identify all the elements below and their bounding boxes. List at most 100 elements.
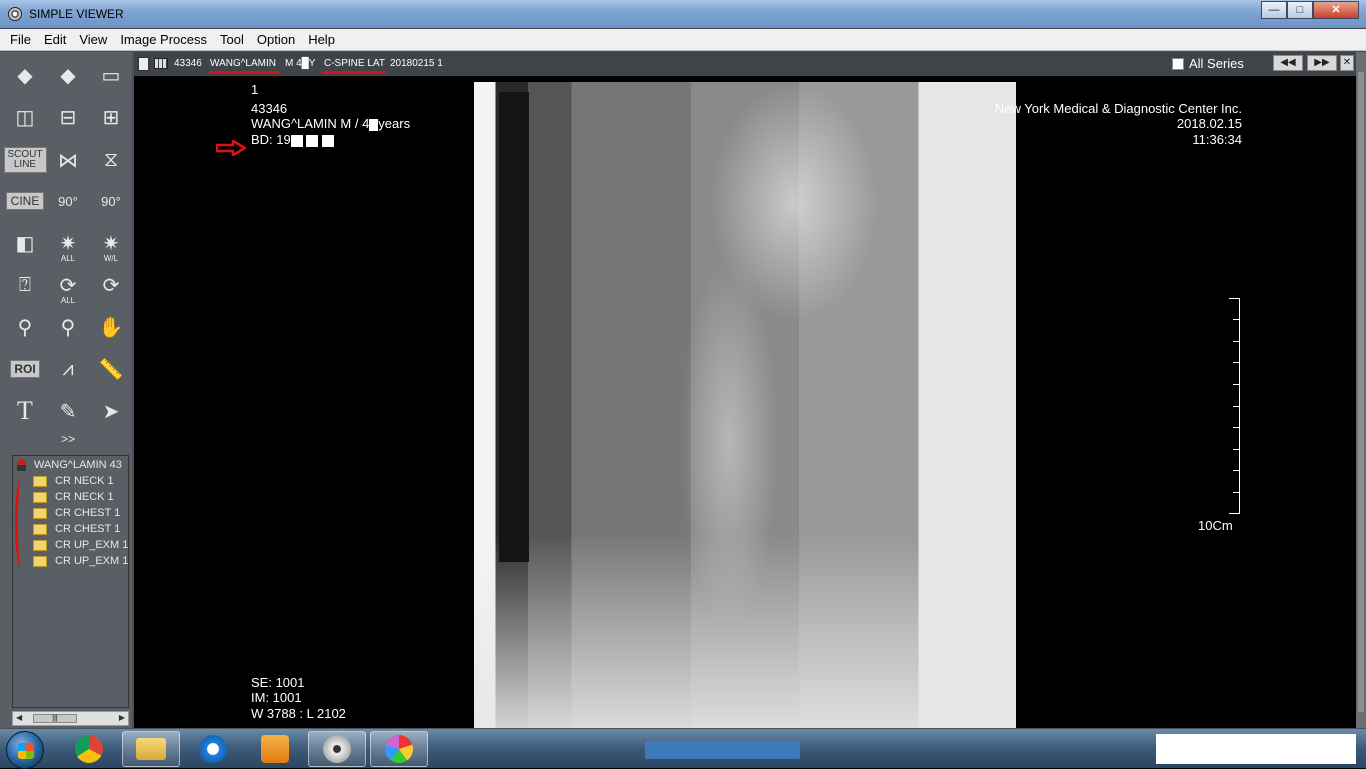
menu-view[interactable]: View <box>79 32 107 47</box>
maximize-button[interactable]: □ <box>1287 1 1313 19</box>
grid-icon[interactable] <box>154 58 168 69</box>
app-icon <box>8 7 22 21</box>
magnifier-icon[interactable]: ⚲ <box>51 310 85 344</box>
tree-series-item[interactable]: CR UP_EXM 1 <box>33 539 128 551</box>
menu-tool[interactable]: Tool <box>220 32 244 47</box>
red-underline-study <box>322 71 386 74</box>
overlay-study-time: 11:36:34 <box>1192 132 1242 147</box>
menu-option[interactable]: Option <box>257 32 295 47</box>
invert-icon[interactable]: ◧ <box>8 226 42 260</box>
close-button[interactable]: ✕ <box>1313 1 1359 19</box>
system-tray-redacted <box>1156 734 1356 764</box>
windows-logo-icon <box>18 743 34 759</box>
header-sex-age: M 4█Y <box>285 58 316 69</box>
tree-series-item[interactable]: CR UP_EXM 1 <box>33 555 128 567</box>
overlay-patient-id: 43346 <box>251 101 288 116</box>
rotate-right-90-icon[interactable]: 90° <box>94 184 128 218</box>
taskbar <box>0 729 1366 769</box>
window-level-icon[interactable]: ✷ W/L <box>94 226 128 264</box>
menu-image-process[interactable]: Image Process <box>120 32 207 47</box>
taskbar-disc-viewer[interactable] <box>308 731 366 767</box>
paint-palette-icon <box>385 735 413 763</box>
scout-line-button[interactable]: SCOUT LINE <box>3 143 47 177</box>
taskbar-chrome[interactable] <box>60 731 118 767</box>
angle-measure-icon[interactable]: ⩘ <box>51 352 85 386</box>
window-title: SIMPLE VIEWER <box>29 7 124 21</box>
pointer-icon[interactable]: ➤ <box>94 394 128 428</box>
start-button[interactable] <box>6 731 44 769</box>
all-series-toggle[interactable]: All Series <box>1172 56 1244 71</box>
taskbar-internet-explorer[interactable] <box>184 731 242 767</box>
header-date: 20180215 1 <box>390 58 443 69</box>
menu-help[interactable]: Help <box>308 32 335 47</box>
folder-icon <box>33 523 47 535</box>
tree-series-item[interactable]: CR CHEST 1 <box>33 523 120 535</box>
folder-icon <box>33 475 47 487</box>
eraser-alt-icon[interactable]: ◆ <box>51 58 85 92</box>
header-patient-id: 43346 <box>174 58 202 69</box>
roi-button[interactable]: ROI <box>8 352 42 386</box>
tree-series-item[interactable]: CR NECK 1 <box>33 491 114 503</box>
app-window: SIMPLE VIEWER — □ ✕ File Edit View Image… <box>0 0 1366 729</box>
chrome-icon <box>75 735 103 763</box>
scale-label: 10Cm <box>1198 518 1233 533</box>
taskbar-media-player[interactable] <box>246 731 304 767</box>
flip-horizontal-icon[interactable]: ⋈ <box>51 143 85 177</box>
window-level-all-icon[interactable]: ✷ ALL <box>51 226 85 264</box>
cervical-spine-xray-image[interactable] <box>474 82 1016 728</box>
tool-panel: ◆ ◆ ▭ ◫ ⊟ ⊞ SCOUT LINE ⋈ ⧖ CINE 90° 90° … <box>0 52 132 728</box>
more-tools-button[interactable]: >> <box>51 427 85 451</box>
overlay-image: IM: 1001 <box>251 690 302 705</box>
all-series-label: All Series <box>1189 56 1244 71</box>
menu-file[interactable]: File <box>10 32 31 47</box>
folder-icon <box>33 539 47 551</box>
eraser-icon[interactable]: ◆ <box>8 58 42 92</box>
taskbar-paint[interactable] <box>370 731 428 767</box>
series-tree: WANG^LAMIN 43 CR NECK 1 CR NECK 1 CR CHE… <box>12 455 129 708</box>
header-study: C-SPINE LAT <box>324 58 385 69</box>
overlay-window-level: W 3788 : L 2102 <box>251 706 346 721</box>
previous-series-button[interactable]: ◀◀ <box>1273 55 1303 71</box>
scroll-left-icon[interactable]: ◀ <box>16 713 22 722</box>
taskbar-running-app[interactable] <box>645 741 800 759</box>
all-series-checkbox[interactable] <box>1172 57 1184 70</box>
overlay-birthdate: BD: 19 <box>251 132 334 147</box>
image-pane[interactable]: 1 43346 WANG^LAMIN M / 4 years BD: 19 New… <box>134 76 1356 728</box>
rotate-left-90-icon[interactable]: 90° <box>51 184 85 218</box>
annotation-icon[interactable]: ✎ <box>51 394 85 428</box>
ruler-icon[interactable]: 📏 <box>94 352 128 386</box>
layout-vertical-split-icon[interactable]: ◫ <box>8 100 42 134</box>
scroll-right-icon[interactable]: ▶ <box>119 713 125 722</box>
pan-hand-icon[interactable]: ✋ <box>94 310 128 344</box>
viewer-vertical-scrollbar[interactable] <box>1356 52 1366 728</box>
flip-vertical-icon[interactable]: ⧖ <box>94 143 128 177</box>
menu-edit[interactable]: Edit <box>44 32 66 47</box>
image-viewer[interactable]: 43346 WANG^LAMIN M 4█Y C-SPINE LAT 20180… <box>134 52 1356 728</box>
disc-icon <box>323 735 351 763</box>
image-number: 1 <box>251 82 259 97</box>
help-box-icon[interactable]: ⍰ <box>8 268 42 302</box>
single-frame-icon[interactable]: ▭ <box>94 58 128 92</box>
taskbar-explorer[interactable] <box>122 731 180 767</box>
reset-icon[interactable]: ⟳ <box>94 268 128 302</box>
tree-patient[interactable]: WANG^LAMIN 43 <box>17 459 122 471</box>
minimize-button[interactable]: — <box>1261 1 1287 19</box>
reset-all-icon[interactable]: ⟳ ALL <box>51 268 85 306</box>
zoom-icon[interactable]: ⚲ <box>8 310 42 344</box>
red-arrow-icon <box>216 140 246 156</box>
tree-series-item[interactable]: CR NECK 1 <box>33 475 114 487</box>
layout-grid-icon[interactable]: ⊞ <box>94 100 128 134</box>
folder-icon <box>33 555 47 567</box>
tree-series-item[interactable]: CR CHEST 1 <box>33 507 120 519</box>
text-tool-icon[interactable]: T <box>8 394 42 428</box>
close-viewer-button[interactable]: ✕ <box>1340 55 1354 71</box>
overlay-study-date: 2018.02.15 <box>1176 116 1242 131</box>
document-icon[interactable] <box>138 57 149 71</box>
red-annotation-bracket <box>15 478 27 568</box>
layout-horizontal-split-icon[interactable]: ⊟ <box>51 100 85 134</box>
tree-horizontal-scrollbar[interactable]: ◀ ||| ▶ <box>12 711 129 726</box>
tree-patient-label: WANG^LAMIN 43 <box>34 459 122 471</box>
cine-button[interactable]: CINE <box>5 184 45 218</box>
next-series-button[interactable]: ▶▶ <box>1307 55 1337 71</box>
scroll-thumb[interactable]: ||| <box>33 714 77 723</box>
